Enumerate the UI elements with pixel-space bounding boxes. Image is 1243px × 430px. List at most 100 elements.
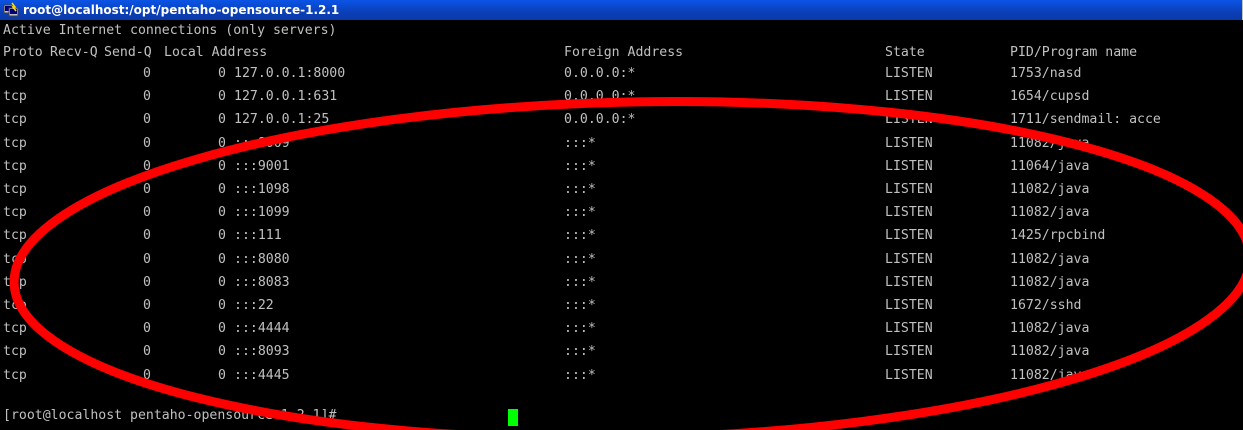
cell-pid: 1753/nasd [1010, 66, 1082, 81]
table-row: tcp 0 0:::111:::* LISTEN 1425/rpcbind [0, 225, 1243, 246]
cell-proto: tcp [3, 182, 27, 197]
cell-foreign: :::* [564, 344, 596, 360]
cell-recvq: 0 [143, 158, 151, 174]
cell-state: LISTEN [885, 66, 933, 81]
cell-sendq: 0 [218, 228, 226, 244]
cell-proto: tcp [3, 321, 27, 337]
cell-local: 127.0.0.1:631 [234, 89, 338, 105]
cell-state: LISTEN [885, 89, 933, 105]
cell-foreign: 0.0.0.0:* [564, 66, 636, 81]
cell-proto: tcp [3, 298, 27, 313]
cell-proto: tcp [3, 66, 27, 81]
column-state: State [885, 45, 925, 60]
cell-sendq: 0 [218, 158, 226, 174]
cell-recvq: 0 [143, 205, 151, 221]
cell-sendq: 0 [218, 205, 226, 221]
cell-recvq: 0 [143, 321, 151, 337]
cell-state: LISTEN [885, 112, 933, 128]
cell-sendq: 0 [218, 135, 226, 151]
column-sendq: Send-Q [104, 45, 152, 60]
cell-recvq: 0 [143, 344, 151, 360]
cell-foreign: 0.0.0.0:* [564, 112, 636, 128]
title-bar[interactable]: root@localhost:/opt/pentaho-opensource-1… [0, 0, 1242, 20]
shell-prompt: [root@localhost pentaho-opensource-1.2.1… [3, 408, 345, 423]
cell-state: LISTEN [885, 344, 933, 360]
table-row: tcp 0 0:::1098:::* LISTEN 11082/java [0, 179, 1243, 200]
cell-sendq: 0 [218, 182, 226, 197]
column-local-address: Local Address [164, 45, 268, 60]
cell-state: LISTEN [885, 251, 933, 267]
cell-proto: tcp [3, 367, 27, 383]
table-row: tcp 0 0 127.0.0.1:25 0.0.0.0:* LISTEN 1711/sen… [0, 109, 1243, 130]
cell-pid: 1711/sendmail: acce [1010, 112, 1161, 128]
cell-proto: tcp [3, 158, 27, 174]
cell-local: 127.0.0.1:8000 [234, 66, 346, 81]
cell-foreign: :::* [564, 205, 596, 221]
column-proto: Proto [3, 45, 43, 60]
column-pid-program: PID/Program name [1010, 45, 1138, 60]
table-row: tcp 0 0:::9001:::* LISTEN 11064/java [0, 156, 1243, 177]
cell-proto: tcp [3, 89, 27, 105]
cell-foreign: :::* [564, 274, 596, 290]
cell-foreign: :::* [564, 321, 596, 337]
cell-sendq: 0 [218, 367, 226, 383]
table-row: tcp 0 0:::22:::* LISTEN 1672/sshd [0, 295, 1243, 316]
cell-pid: 11064/java [1010, 158, 1090, 174]
column-header-row: Proto Recv-Q Send-Q Local Address Foreig… [0, 42, 1243, 63]
table-row: tcp 0 0:::1099:::* LISTEN 11082/java [0, 202, 1243, 223]
table-row: tcp 0 0 127.0.0.1:8000 0.0.0.0:* LISTEN 1753/n… [0, 63, 1243, 84]
cell-state: LISTEN [885, 321, 933, 337]
cell-recvq: 0 [143, 251, 151, 267]
cell-state: LISTEN [885, 205, 933, 221]
table-row: tcp 0 0:::8093:::* LISTEN 11082/java [0, 341, 1243, 362]
cell-pid: 11082/java [1010, 344, 1090, 360]
cell-sendq: 0 [218, 321, 226, 337]
cell-pid: 11082/java [1010, 321, 1090, 337]
cell-state: LISTEN [885, 367, 933, 383]
cell-state: LISTEN [885, 158, 933, 174]
cell-local: :::111 [234, 228, 282, 244]
cell-local: :::1098 [234, 182, 290, 197]
cell-sendq: 0 [218, 89, 226, 105]
cell-local: :::8080 [234, 251, 290, 267]
cell-sendq: 0 [218, 112, 226, 128]
cell-state: LISTEN [885, 228, 933, 244]
window-title: root@localhost:/opt/pentaho-opensource-1… [23, 3, 340, 17]
cell-foreign: :::* [564, 135, 596, 151]
cell-foreign: :::* [564, 251, 596, 267]
cell-recvq: 0 [143, 135, 151, 151]
cell-recvq: 0 [143, 66, 151, 81]
cell-sendq: 0 [218, 66, 226, 81]
cell-proto: tcp [3, 112, 27, 128]
cell-sendq: 0 [218, 251, 226, 267]
cell-foreign: 0.0.0.0:* [564, 89, 636, 105]
table-row: tcp 0 0:::8083:::* LISTEN 11082/java [0, 272, 1243, 293]
cell-recvq: 0 [143, 228, 151, 244]
cell-recvq: 0 [143, 274, 151, 290]
output-heading: Active Internet connections (only server… [3, 23, 337, 38]
cell-sendq: 0 [218, 344, 226, 360]
cell-proto: tcp [3, 228, 27, 244]
cell-pid: 11082/java [1010, 251, 1090, 267]
cell-sendq: 0 [218, 274, 226, 290]
cell-state: LISTEN [885, 274, 933, 290]
cell-local: :::1099 [234, 205, 290, 221]
cell-recvq: 0 [143, 298, 151, 313]
cell-state: LISTEN [885, 135, 933, 151]
terminal-window: root@localhost:/opt/pentaho-opensource-1… [0, 0, 1243, 430]
cell-foreign: :::* [564, 158, 596, 174]
cell-local: 127.0.0.1:25 [234, 112, 330, 128]
cell-proto: tcp [3, 251, 27, 267]
cell-proto: tcp [3, 274, 27, 290]
cell-local: :::8093 [234, 344, 290, 360]
cell-state: LISTEN [885, 182, 933, 197]
column-recvq: Recv-Q [50, 45, 98, 60]
cell-local: :::8009 [234, 135, 290, 151]
cell-local: :::8083 [234, 274, 290, 290]
table-row: tcp 0 0:::8080:::* LISTEN 11082/java [0, 249, 1243, 270]
cell-sendq: 0 [218, 298, 226, 313]
cell-local: :::9001 [234, 158, 290, 174]
cell-foreign: :::* [564, 228, 596, 244]
terminal-output[interactable]: Active Internet connections (only server… [0, 20, 1243, 430]
cell-foreign: :::* [564, 298, 596, 313]
